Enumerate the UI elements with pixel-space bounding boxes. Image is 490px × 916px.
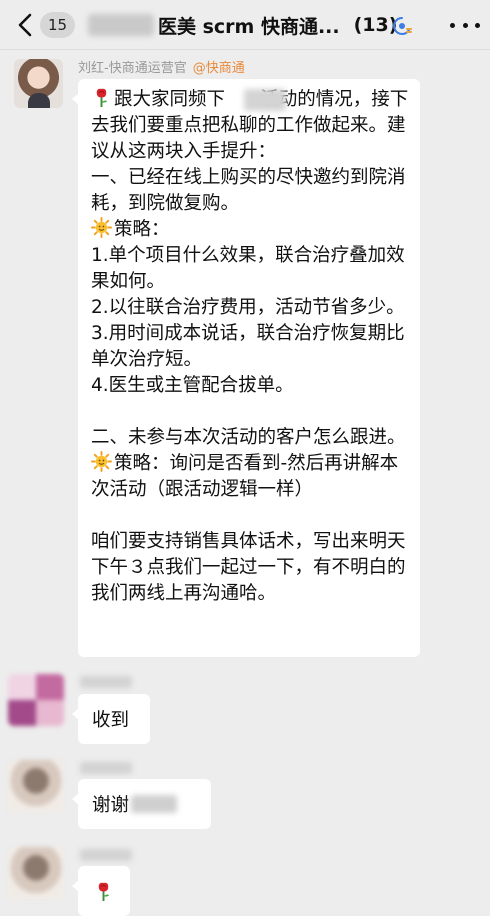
unread-count-badge[interactable]: 15 [40,12,76,38]
message-paragraph: 4.医生或主管配合拔单。 [91,373,410,399]
sender-corp-tag: @快商通 [192,61,245,76]
chat-header: 15 医美 scrm 快商通... (13) [0,0,490,50]
back-chevron-icon[interactable] [12,11,38,39]
message-bubble-received[interactable]: 收到 [72,694,150,744]
sender-name: 刘红-快商通运营官 [78,61,187,76]
message-paragraph-text: 3.用时间成本说话，联合治疗恢复期比单次治疗短。 [91,323,405,370]
blurred-title-prefix [88,14,154,36]
more-dot [450,22,455,28]
member-avatar[interactable] [8,847,64,899]
message-bubble-thanks[interactable]: 谢谢 [72,779,211,829]
rose-emoji-icon [96,88,108,108]
blurred-member-name [80,762,132,774]
message-bubble-strategy[interactable]: 跟大家同频下 活动的情况，接下去我们要重点把私聊的工作做起来。建议从这两块入手提… [72,79,420,657]
message-paragraph: 3.用时间成本说话，联合治疗恢复期比单次治疗短。 [91,321,410,373]
customer-group-icon[interactable] [391,15,413,37]
chat-title-area[interactable]: 医美 scrm 快商通... (13) [88,10,428,40]
rose-emoji-icon [98,882,109,901]
message-paragraph: 咱们要支持销售具体话术，写出来明天下午３点我们一起过一下，有不明白的我们两线上再… [91,529,410,607]
sender-avatar[interactable] [14,59,63,108]
message-paragraph [91,399,410,425]
message-paragraph: 策略：询问是否看到-然后再讲解本次活动（跟活动逻辑一样） [91,451,410,503]
chat-title: 医美 scrm 快商通... [158,15,340,38]
blurred-mention [131,795,178,813]
sender-line: 刘红-快商通运营官 @快商通 [78,57,245,76]
message-paragraph: 二、未参与本次活动的客户怎么跟进。 [91,425,410,451]
message-paragraph-text: 一、已经在线上购买的尽快邀约到院消耗，到院做复购。 [91,167,406,214]
message-paragraph-text: 2.以往联合治疗费用，活动节省多少。 [91,297,405,318]
message-bubble-rose[interactable] [72,866,130,916]
message-paragraph-text: 4.医生或主管配合拔单。 [91,375,294,396]
message-paragraph: 2.以往联合治疗费用，活动节省多少。 [91,295,410,321]
blurred-member-name [80,849,132,861]
sun-emoji-icon [91,217,112,238]
message-paragraph-text [91,401,97,422]
sun-emoji-icon [91,451,112,472]
message-paragraph: 一、已经在线上购买的尽快邀约到院消耗，到院做复购。 [91,165,410,217]
message-paragraph [91,503,410,529]
message-paragraph-text: 策略：询问是否看到-然后再讲解本次活动（跟活动逻辑一样） [91,453,399,500]
message-paragraph-text [91,505,97,526]
member-avatar[interactable] [8,760,64,812]
more-options-icon[interactable] [450,12,480,38]
message-text: 谢谢 [92,795,130,816]
message-paragraph-text: 咱们要支持销售具体话术，写出来明天下午３点我们一起过一下，有不明白的我们两线上再… [91,531,406,604]
message-text: 收到 [92,710,130,731]
message-paragraph: 策略： [91,217,410,243]
more-dot [462,22,468,28]
member-avatar[interactable] [8,674,64,726]
more-dot [475,22,480,28]
message-paragraph-text: 策略： [114,219,170,240]
message-paragraph-text: 二、未参与本次活动的客户怎么跟进。 [91,427,406,448]
message-paragraph-text: 1.单个项目什么效果，联合治疗叠加效果如何。 [91,245,405,292]
message-paragraph: 1.单个项目什么效果，联合治疗叠加效果如何。 [91,243,410,295]
blurred-member-name [80,676,132,688]
blurred-activity-name [244,89,286,111]
